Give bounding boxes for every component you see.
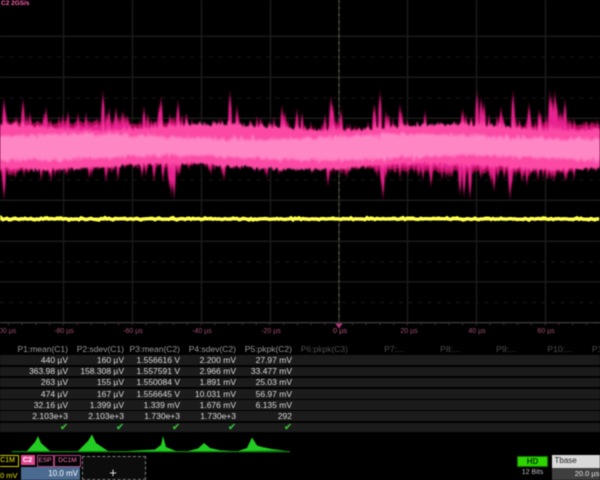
svg-text:-20 µs: -20 µs <box>261 328 281 335</box>
svg-text:-80 µs: -80 µs <box>54 328 74 335</box>
svg-text:-40 µs: -40 µs <box>192 328 212 335</box>
svg-text:40 µs: 40 µs <box>468 328 486 335</box>
svg-text:-60 µs: -60 µs <box>123 328 143 335</box>
svg-text:0 µs: 0 µs <box>333 326 348 335</box>
svg-text:20 µs: 20 µs <box>400 328 418 335</box>
svg-text:00 µs: 00 µs <box>0 328 17 335</box>
svg-text:60 µs: 60 µs <box>537 328 555 335</box>
